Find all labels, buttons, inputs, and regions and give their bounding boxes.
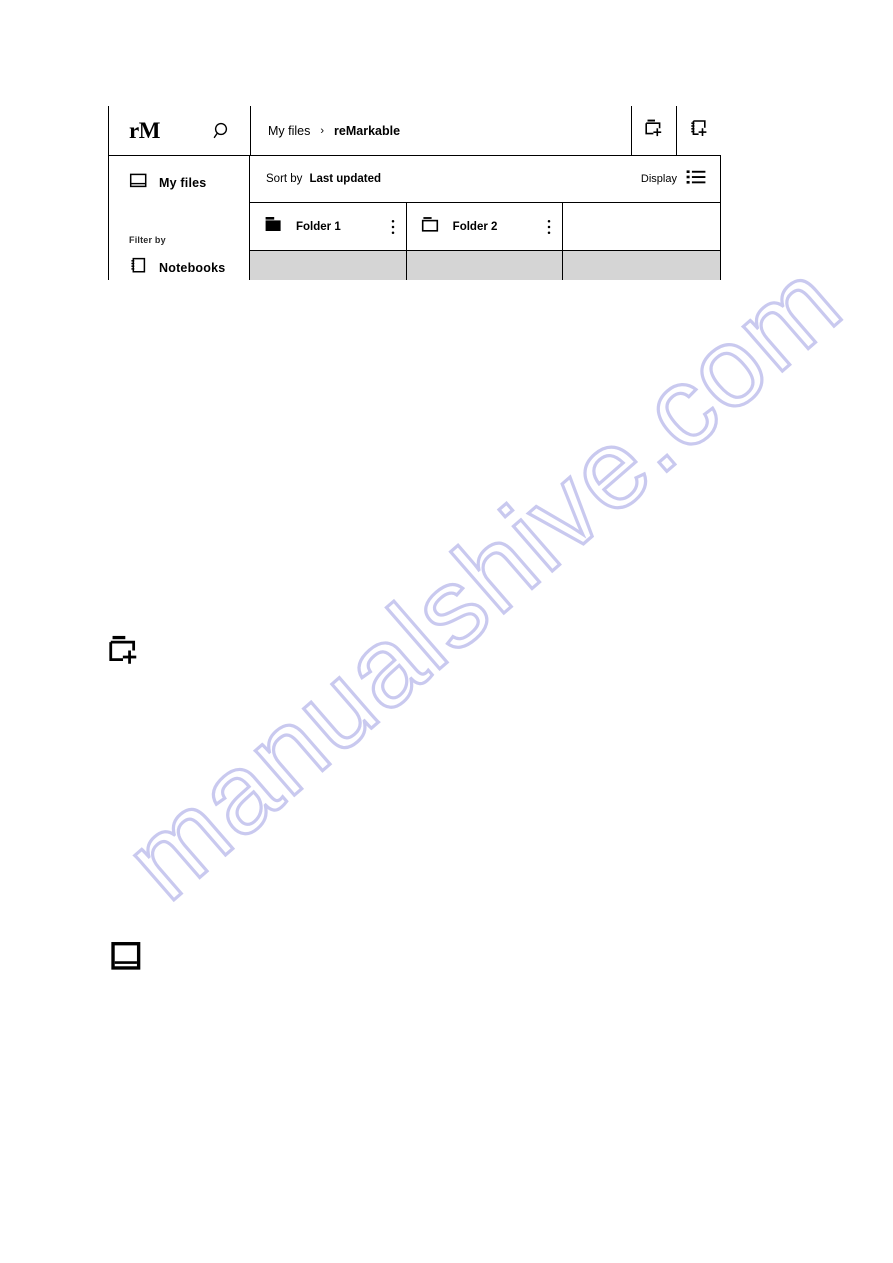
sidebar-item-my-files-label: My files [159, 176, 207, 190]
breadcrumb: My files › reMarkable [251, 106, 631, 155]
my-files-icon-callout [110, 940, 142, 977]
sort-control[interactable]: Sort by Last updated [266, 173, 381, 185]
content-toolbar: Sort by Last updated Display [250, 156, 721, 203]
breadcrumb-item-my-files[interactable]: My files [268, 124, 310, 138]
sidebar-item-my-files[interactable]: My files [109, 170, 249, 196]
watermark-text: manualshive.com [102, 237, 864, 923]
display-control[interactable]: Display [641, 169, 706, 190]
new-folder-icon [106, 635, 142, 672]
notebook-icon [129, 256, 148, 280]
new-notebook-icon [688, 117, 710, 144]
sidebar-section-filter-by: Filter by [129, 235, 166, 245]
folder-item-1-label: Folder 1 [296, 220, 341, 233]
list-view-icon [686, 169, 706, 190]
sidebar-item-notebooks-label: Notebooks [159, 261, 226, 275]
top-bar: rM My files › reMarkable [108, 106, 721, 156]
remarkable-logo: rM [129, 118, 160, 143]
folder-item-2-content: Folder 2 [421, 215, 498, 239]
folder-item-1[interactable]: Folder 1 [250, 203, 407, 250]
sidebar: My files Filter by Notebooks [108, 156, 250, 280]
breadcrumb-item-remarkable[interactable]: reMarkable [334, 124, 400, 138]
kebab-menu-icon[interactable] [547, 219, 551, 235]
new-folder-button[interactable] [631, 106, 676, 155]
book-icon [110, 942, 142, 976]
placeholder-cell [563, 251, 721, 280]
folder-item-2-label: Folder 2 [452, 220, 498, 233]
book-icon [129, 171, 148, 195]
display-label: Display [640, 173, 677, 185]
folder-filled-icon [264, 215, 285, 239]
chevron-right-icon: › [320, 124, 325, 137]
new-folder-icon [643, 117, 665, 144]
kebab-menu-icon[interactable] [391, 219, 395, 235]
remarkable-app-window: rM My files › reMarkable My files Filter… [108, 106, 721, 280]
sort-by-label: Sort by [266, 173, 303, 185]
search-icon[interactable] [212, 121, 232, 141]
body-row: My files Filter by Notebooks Sort by Las… [108, 156, 721, 280]
content-column: Sort by Last updated Display Folder 1 Fo… [250, 156, 721, 280]
folder-grid-empty-cell [563, 203, 720, 250]
folder-grid-row: Folder 1 Folder 2 [250, 203, 721, 251]
new-notebook-button[interactable] [676, 106, 721, 155]
top-bar-actions [631, 106, 721, 155]
placeholder-cell [250, 251, 407, 280]
logo-cell: rM [109, 106, 251, 155]
folder-item-1-content: Folder 1 [264, 215, 341, 239]
placeholder-cell [406, 251, 564, 280]
new-folder-icon-callout [106, 632, 142, 673]
folder-outline-icon [421, 215, 442, 239]
folder-grid-placeholder-row [250, 251, 721, 280]
sidebar-item-notebooks[interactable]: Notebooks [109, 255, 249, 280]
sort-by-value: Last updated [309, 173, 381, 185]
folder-item-2[interactable]: Folder 2 [407, 203, 564, 250]
